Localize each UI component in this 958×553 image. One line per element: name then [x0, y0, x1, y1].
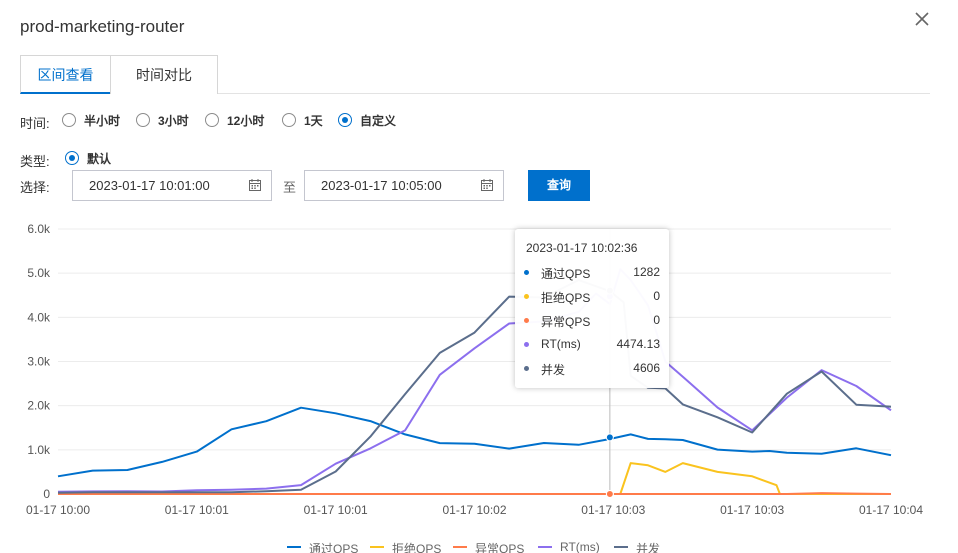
metrics-line-chart[interactable]: 01.0k2.0k3.0k4.0k5.0k6.0k 01-17 10:00 01-… — [0, 215, 958, 525]
time-filter-label: 时间: — [20, 116, 50, 131]
close-icon[interactable] — [912, 9, 932, 29]
series-dot — [524, 270, 529, 275]
radio-custom[interactable]: 自定义 — [338, 112, 396, 128]
tab-bar: 区间查看 时间对比 — [20, 55, 930, 94]
chart-series — [57, 268, 892, 495]
dialog-title: prod-marketing-router — [20, 17, 185, 36]
tooltip-time: 2023-01-17 10:02:36 — [526, 241, 638, 255]
type-filter-label: 类型: — [20, 154, 50, 169]
series-line — [57, 268, 892, 493]
series-line — [58, 462, 891, 495]
radio-indicator — [62, 113, 76, 127]
tab-range-view[interactable]: 区间查看 — [20, 55, 111, 94]
tooltip-row-concurrency: 并发 4606 — [524, 361, 660, 377]
start-time-input[interactable]: 2023-01-17 10:01:00 — [72, 170, 272, 201]
x-tick-label: 01-17 10:03 — [581, 503, 645, 517]
series-dot — [524, 294, 529, 299]
chart-gridlines — [58, 228, 891, 495]
x-tick-label: 01-17 10:00 — [26, 503, 90, 517]
radio-half-hour[interactable]: 半小时 — [62, 112, 120, 128]
series-dot — [524, 342, 529, 347]
y-axis: 0 1.0k 2.0k 3.0k 4.0k 5.0k 6.0k — [27, 222, 51, 501]
end-time-input[interactable]: 2023-01-17 10:05:00 — [304, 170, 504, 201]
y-tick-label: 1.0k — [27, 443, 51, 457]
hover-point — [605, 433, 614, 442]
radio-indicator — [136, 113, 150, 127]
tooltip-row-error-qps: 异常QPS 0 — [524, 313, 660, 329]
radio-indicator — [282, 113, 296, 127]
calendar-icon — [249, 179, 261, 191]
start-time-value: 2023-01-17 10:01:00 — [89, 178, 210, 193]
tab-time-compare[interactable]: 时间对比 — [110, 55, 218, 94]
x-tick-label: 01-17 10:01 — [304, 503, 368, 517]
tooltip-row-pass-qps: 通过QPS 1282 — [524, 265, 660, 281]
y-tick-label: 5.0k — [27, 266, 51, 280]
x-axis: 01-17 10:00 01-17 10:01 01-17 10:01 01-17 1… — [26, 503, 923, 517]
y-tick-label: 2.0k — [27, 399, 51, 413]
chart-tooltip: 2023-01-17 10:02:36 通过QPS 1282 拒绝QPS 0 异… — [515, 229, 669, 388]
y-tick-label: 3.0k — [27, 355, 51, 369]
radio-indicator-checked — [65, 151, 79, 165]
hover-point — [605, 490, 614, 498]
query-button[interactable]: 查询 — [528, 170, 590, 201]
chart-legend: 通过QPS 拒绝QPS 异常QPS RT(ms) 并发 — [0, 537, 958, 553]
radio-indicator-checked — [338, 113, 352, 127]
calendar-icon — [481, 179, 493, 191]
tooltip-row-block-qps: 拒绝QPS 0 — [524, 289, 660, 305]
y-tick-label: 6.0k — [27, 222, 51, 236]
radio-default-type[interactable]: 默认 — [65, 150, 111, 166]
series-line — [57, 279, 892, 494]
range-separator: 至 — [283, 180, 297, 195]
x-tick-label: 01-17 10:03 — [720, 503, 784, 517]
x-tick-label: 01-17 10:01 — [165, 503, 229, 517]
radio-12-hours[interactable]: 12小时 — [205, 112, 264, 128]
y-tick-label: 0 — [43, 487, 50, 501]
x-tick-label: 01-17 10:04 — [859, 503, 923, 517]
series-dot — [524, 318, 529, 323]
radio-3-hours[interactable]: 3小时 — [136, 112, 189, 128]
radio-1-day[interactable]: 1天 — [282, 112, 323, 128]
end-time-value: 2023-01-17 10:05:00 — [321, 178, 442, 193]
series-dot — [524, 366, 529, 371]
y-tick-label: 4.0k — [27, 310, 51, 324]
radio-indicator — [205, 113, 219, 127]
tooltip-row-rt: RT(ms) 4474.13 — [524, 337, 660, 353]
range-label: 选择: — [20, 180, 50, 195]
x-tick-label: 01-17 10:02 — [442, 503, 506, 517]
